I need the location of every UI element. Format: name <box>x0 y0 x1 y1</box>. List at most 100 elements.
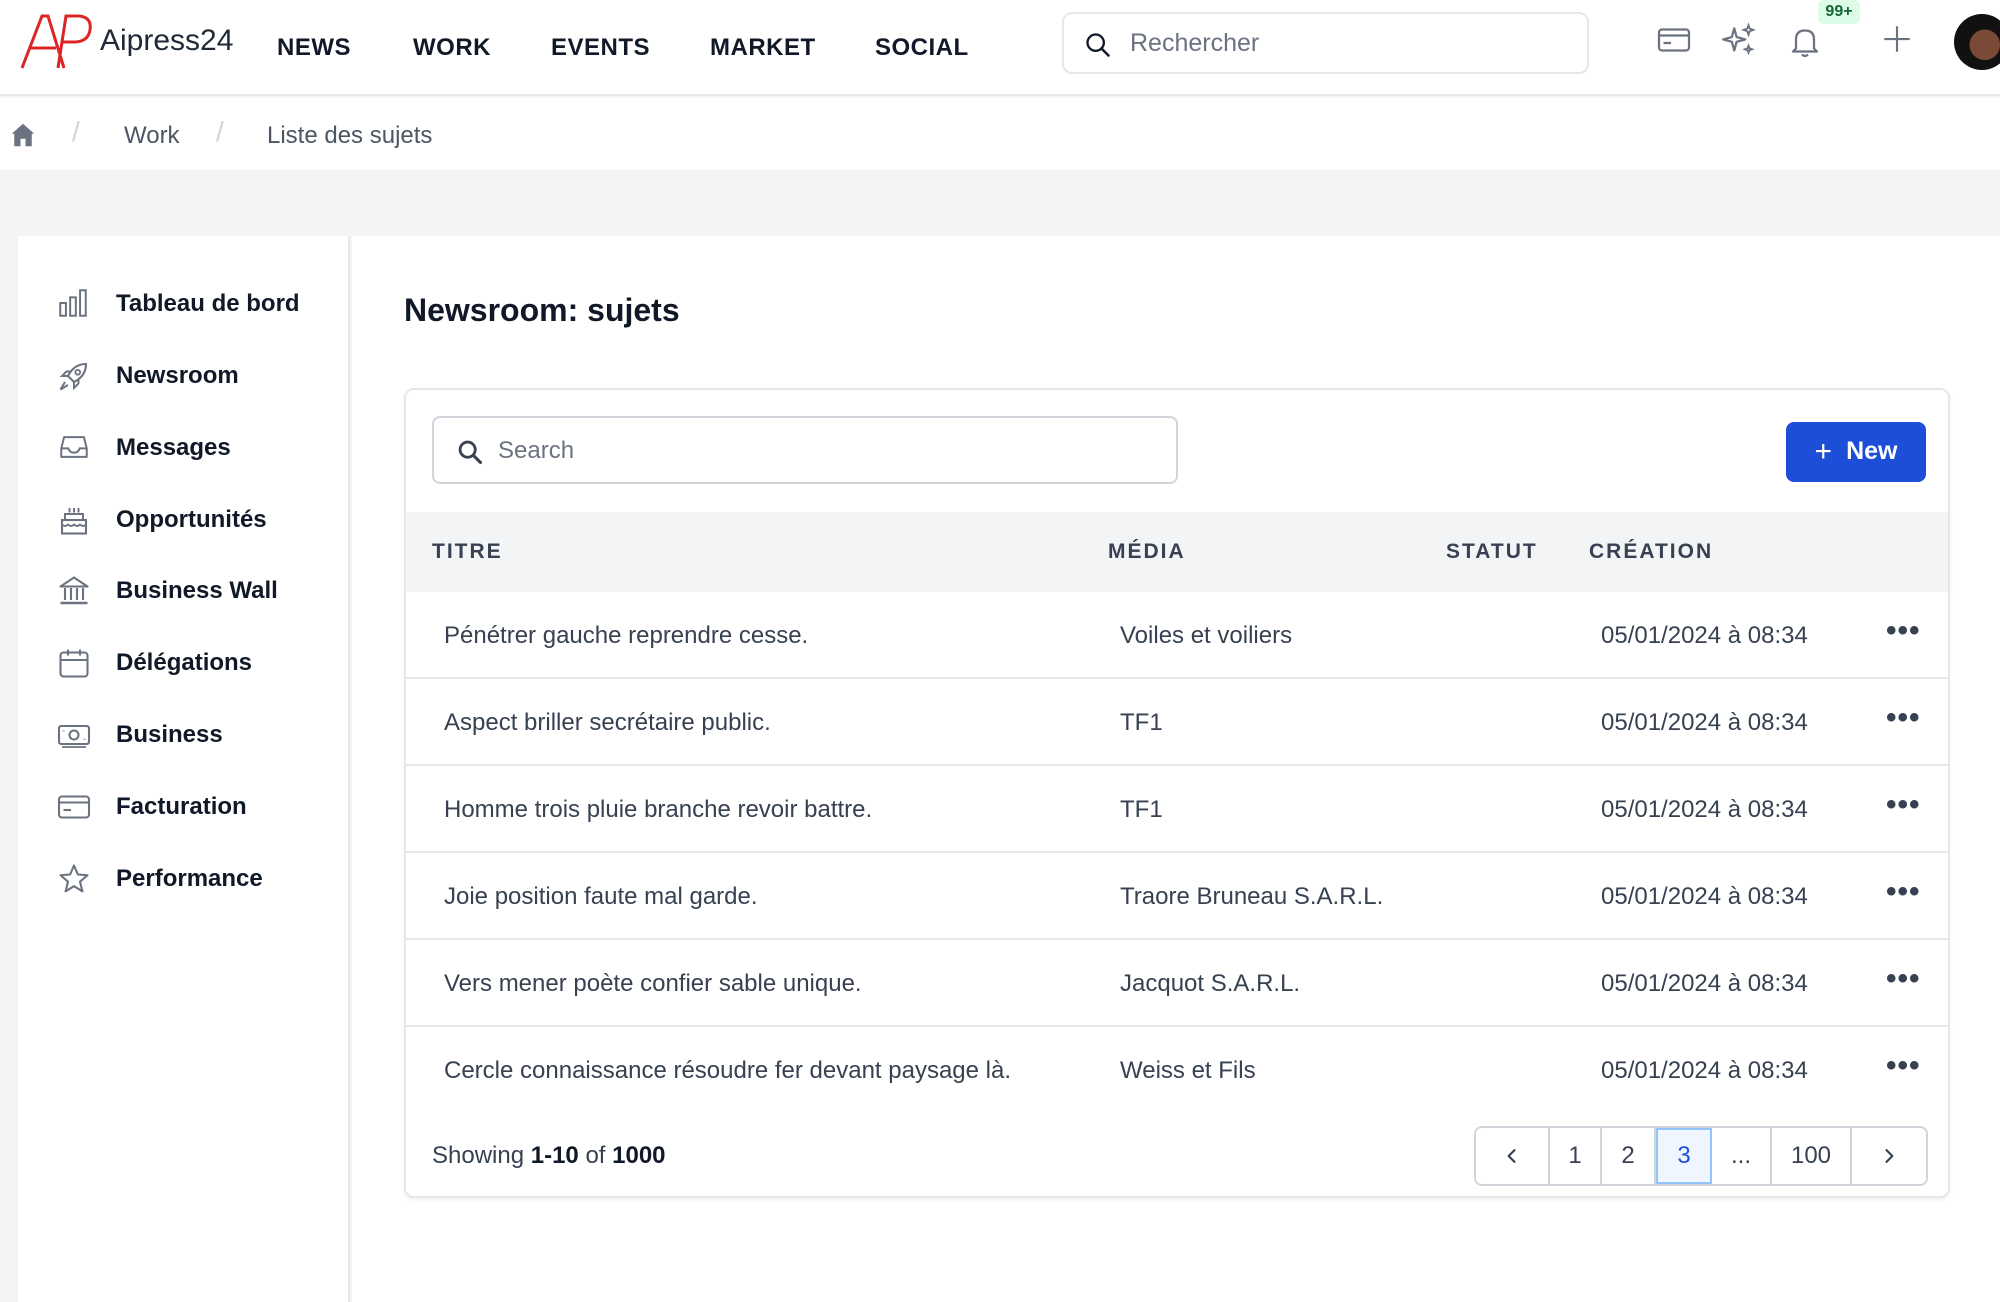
aipress-logo[interactable] <box>18 12 94 72</box>
search-icon <box>1086 33 1110 57</box>
nav-social[interactable]: SOCIAL <box>875 34 969 62</box>
column-header-media[interactable]: MÉDIA <box>1108 540 1186 564</box>
top-header: Aipress24 NEWS WORK EVENTS MARKET SOCIAL… <box>0 0 2000 96</box>
row-menu-icon[interactable]: ••• <box>1886 875 1921 909</box>
column-header-titre[interactable]: TITRE <box>432 540 503 564</box>
rocket-icon <box>59 362 88 391</box>
row-menu-icon[interactable]: ••• <box>1886 614 1921 648</box>
notifications-badge: 99+ <box>1818 0 1860 24</box>
cell-media: Weiss et Fils <box>1120 1057 1256 1084</box>
sidebar-item-facturation[interactable]: Facturation <box>38 781 338 831</box>
global-search-input[interactable] <box>1130 24 1570 62</box>
sidebar-item-tableau-de-bord[interactable]: Tableau de bord <box>38 278 338 328</box>
cake-icon <box>60 508 88 535</box>
column-header-creation[interactable]: CRÉATION <box>1589 540 1713 564</box>
sidebar-item-label: Performance <box>116 865 263 892</box>
table-search[interactable] <box>432 416 1178 484</box>
row-menu-icon[interactable]: ••• <box>1886 788 1921 822</box>
bar-chart-icon <box>59 289 87 317</box>
plus-icon[interactable] <box>1880 22 1914 56</box>
search-icon <box>458 440 483 465</box>
pagination-page-1[interactable]: 1 <box>1550 1128 1602 1184</box>
inbox-icon <box>60 436 88 458</box>
cell-media: TF1 <box>1120 709 1163 736</box>
new-button-label: New <box>1846 437 1898 465</box>
table-header: TITRE MÉDIA STATUT CRÉATION <box>406 512 1948 592</box>
table-row[interactable]: Aspect briller secrétaire public. TF1 05… <box>406 679 1948 766</box>
cell-creation: 05/01/2024 à 08:34 <box>1601 709 1808 736</box>
nav-events[interactable]: EVENTS <box>551 34 650 62</box>
pagination-page-2[interactable]: 2 <box>1602 1128 1656 1184</box>
bank-icon <box>59 576 89 605</box>
table-row[interactable]: Pénétrer gauche reprendre cesse. Voiles … <box>406 592 1948 679</box>
sidebar-item-label: Tableau de bord <box>116 290 300 317</box>
sidebar: Tableau de bord Newsroom Messages Opport… <box>18 236 350 1302</box>
pagination-page-3[interactable]: 3 <box>1656 1128 1712 1184</box>
pagination-prev-button[interactable] <box>1476 1128 1550 1184</box>
sidebar-item-delegations[interactable]: Délégations <box>38 637 338 687</box>
global-search[interactable] <box>1062 12 1589 74</box>
nav-work[interactable]: WORK <box>413 34 491 62</box>
table-row[interactable]: Joie position faute mal garde. Traore Br… <box>406 853 1948 940</box>
sidebar-item-performance[interactable]: Performance <box>38 853 338 903</box>
table-search-input[interactable] <box>498 432 1158 470</box>
sidebar-item-business[interactable]: Business <box>38 709 338 759</box>
sidebar-item-label: Newsroom <box>116 362 239 389</box>
pagination: 1 2 3 ... 100 <box>1474 1126 1928 1186</box>
row-menu-icon[interactable]: ••• <box>1886 1049 1921 1083</box>
cell-creation: 05/01/2024 à 08:34 <box>1601 796 1808 823</box>
pagination-page-100[interactable]: 100 <box>1772 1128 1852 1184</box>
subjects-table-card: + New TITRE MÉDIA STATUT CRÉATION Pénétre… <box>404 388 1950 1198</box>
chevron-left-icon <box>1507 1149 1516 1163</box>
cell-titre[interactable]: Vers mener poète confier sable unique. <box>444 970 862 998</box>
cell-creation: 05/01/2024 à 08:34 <box>1601 883 1808 910</box>
cell-titre[interactable]: Cercle connaissance résoudre fer devant … <box>444 1057 1011 1085</box>
sidebar-item-business-wall[interactable]: Business Wall <box>38 565 338 615</box>
cell-media: Jacquot S.A.R.L. <box>1120 970 1301 997</box>
table-row[interactable]: Cercle connaissance résoudre fer devant … <box>406 1027 1948 1114</box>
wallet-icon[interactable] <box>1656 22 1692 58</box>
table-row[interactable]: Vers mener poète confier sable unique. J… <box>406 940 1948 1027</box>
sidebar-item-label: Business Wall <box>116 577 278 604</box>
chevron-right-icon <box>1885 1149 1894 1163</box>
showing-of: of <box>585 1142 606 1169</box>
showing-total: 1000 <box>612 1142 666 1169</box>
breadcrumb-separator: / <box>216 116 224 147</box>
sparkles-icon[interactable] <box>1720 22 1758 60</box>
cell-titre[interactable]: Homme trois pluie branche revoir battre. <box>444 796 872 824</box>
home-icon[interactable] <box>8 120 38 150</box>
cash-icon <box>57 724 91 748</box>
column-header-statut[interactable]: STATUT <box>1446 540 1538 564</box>
page-title: Newsroom: sujets <box>404 292 680 328</box>
user-avatar[interactable] <box>1954 14 2000 70</box>
brand-name[interactable]: Aipress24 <box>100 24 233 58</box>
sidebar-item-label: Opportunités <box>116 506 267 533</box>
pagination-summary: Showing 1-10 of 1000 <box>432 1142 666 1170</box>
cell-media: Traore Bruneau S.A.R.L. <box>1120 883 1384 910</box>
sidebar-item-label: Business <box>116 721 223 748</box>
showing-prefix: Showing <box>432 1142 525 1169</box>
cell-titre[interactable]: Aspect briller secrétaire public. <box>444 709 771 737</box>
cell-creation: 05/01/2024 à 08:34 <box>1601 622 1808 649</box>
nav-news[interactable]: NEWS <box>277 34 351 62</box>
plus-icon: + <box>1814 435 1833 468</box>
pagination-next-button[interactable] <box>1852 1128 1926 1184</box>
sidebar-item-label: Délégations <box>116 649 253 676</box>
breadcrumb-liste-des-sujets[interactable]: Liste des sujets <box>267 122 432 150</box>
table-row[interactable]: Homme trois pluie branche revoir battre.… <box>406 766 1948 853</box>
breadcrumb-work[interactable]: Work <box>124 122 180 150</box>
sidebar-item-opportunites[interactable]: Opportunités <box>38 494 338 544</box>
sidebar-item-label: Messages <box>116 434 231 461</box>
nav-market[interactable]: MARKET <box>710 34 816 62</box>
row-menu-icon[interactable]: ••• <box>1886 701 1921 735</box>
credit-card-icon <box>57 795 91 819</box>
row-menu-icon[interactable]: ••• <box>1886 962 1921 996</box>
sidebar-item-messages[interactable]: Messages <box>38 422 338 472</box>
new-subject-button[interactable]: + New <box>1786 422 1926 482</box>
pagination-ellipsis: ... <box>1712 1128 1772 1184</box>
sidebar-item-newsroom[interactable]: Newsroom <box>38 350 338 400</box>
cell-titre[interactable]: Joie position faute mal garde. <box>444 883 758 911</box>
bell-icon[interactable] <box>1787 22 1823 60</box>
breadcrumb-separator: / <box>72 116 80 147</box>
cell-titre[interactable]: Pénétrer gauche reprendre cesse. <box>444 622 808 650</box>
